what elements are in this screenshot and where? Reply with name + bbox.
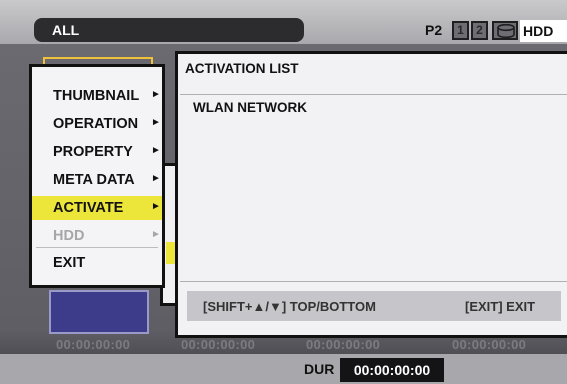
duration-value: 00:00:00:00 <box>340 358 444 382</box>
submenu-arrow-icon: ► <box>151 229 161 240</box>
menu-item-operation[interactable]: OPERATION ► <box>32 112 162 136</box>
divider <box>180 281 567 282</box>
top-bar: ALL P2 1 2 HDD <box>0 0 567 44</box>
submenu-arrow-icon: ► <box>151 201 161 212</box>
panel-footer: [SHIFT+▲/▼] TOP/BOTTOM [EXIT] EXIT <box>187 291 561 321</box>
menu-item-activate[interactable]: ACTIVATE ► <box>32 196 162 220</box>
divider <box>180 94 567 95</box>
storage-label[interactable]: HDD <box>520 20 567 42</box>
menu-item-meta-data[interactable]: META DATA ► <box>32 168 162 192</box>
menu-divider <box>36 247 158 248</box>
menu-item-label: HDD <box>53 228 85 244</box>
clip-timecode: 00:00:00:00 <box>452 337 527 352</box>
clip-thumbnail[interactable] <box>49 290 149 334</box>
clip-timecode: 00:00:00:00 <box>306 337 381 352</box>
slot-2-icon[interactable]: 2 <box>471 21 488 40</box>
exit-hint[interactable]: [EXIT] EXIT <box>465 299 535 314</box>
submenu-arrow-icon: ► <box>151 117 161 128</box>
screen: ALL P2 1 2 HDD 00:00:00:00 00:00:00:00 0… <box>0 0 567 384</box>
panel-title: ACTIVATION LIST <box>185 61 299 76</box>
menu-item-property[interactable]: PROPERTY ► <box>32 140 162 164</box>
menu-item-exit[interactable]: EXIT <box>32 251 162 275</box>
shift-navigation-hint: [SHIFT+▲/▼] TOP/BOTTOM <box>203 299 376 314</box>
display-mode-label[interactable]: ALL <box>34 18 304 42</box>
list-item[interactable]: WLAN NETWORK <box>191 98 391 118</box>
submenu-arrow-icon: ► <box>151 89 161 100</box>
clip-timecode: 00:00:00:00 <box>56 337 131 352</box>
clip-timecode: 00:00:00:00 <box>181 337 256 352</box>
menu-item-label: THUMBNAIL <box>53 88 140 104</box>
activation-list-panel: ACTIVATION LIST WLAN NETWORK [SHIFT+▲/▼]… <box>175 51 567 338</box>
menu-item-thumbnail[interactable]: THUMBNAIL ► <box>32 84 162 108</box>
menu-item-hdd[interactable]: HDD ► <box>32 224 162 248</box>
menu-item-label: ACTIVATE <box>53 200 124 216</box>
menu-item-label: OPERATION <box>53 116 139 132</box>
submenu-arrow-icon: ► <box>151 145 161 156</box>
bottom-bar <box>0 354 567 384</box>
submenu-arrow-icon: ► <box>151 173 161 184</box>
menu-item-label: PROPERTY <box>53 144 133 160</box>
hdd-drive-icon[interactable] <box>492 21 518 40</box>
duration-label: DUR <box>304 361 335 377</box>
main-menu: THUMBNAIL ► OPERATION ► PROPERTY ► META … <box>29 64 165 288</box>
slot-1-icon[interactable]: 1 <box>452 21 469 40</box>
list-item-label: WLAN NETWORK <box>193 100 307 115</box>
menu-item-label: EXIT <box>53 255 86 271</box>
menu-item-label: META DATA <box>53 172 135 188</box>
media-label: P2 <box>425 22 443 38</box>
